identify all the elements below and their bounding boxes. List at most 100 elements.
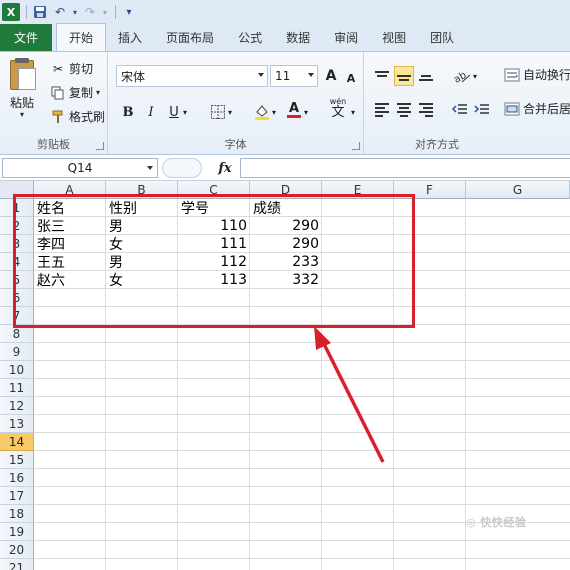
orientation-dropdown-icon[interactable]: ▾	[470, 66, 480, 86]
copy-dropdown-icon[interactable]: ▾	[96, 88, 100, 97]
insert-function-icon[interactable]: fx	[210, 158, 240, 178]
tab-data[interactable]: 数据	[274, 24, 322, 51]
wrap-text-label: 自动换行	[523, 68, 570, 82]
tab-insert[interactable]: 插入	[106, 24, 154, 51]
bold-button[interactable]: B	[118, 102, 138, 122]
row-header-18[interactable]: 18	[0, 505, 34, 523]
row-gridline	[34, 558, 570, 559]
watermark: ◎ 快快经验	[466, 516, 527, 529]
increase-indent-icon[interactable]	[472, 100, 492, 120]
quick-access-toolbar: X ↶ ▾ ↷ ▾ ▾	[0, 0, 570, 24]
row-gridline	[34, 378, 570, 379]
row-header-11[interactable]: 11	[0, 379, 34, 397]
merge-center-label: 合并后居中	[523, 102, 570, 116]
phonetic-dropdown-icon[interactable]: ▾	[348, 102, 358, 122]
font-launcher-icon[interactable]	[352, 142, 360, 150]
scissors-icon: ✂	[52, 61, 64, 76]
row-header-9[interactable]: 9	[0, 343, 34, 361]
row-gridline	[34, 540, 570, 541]
paste-icon[interactable]	[6, 58, 42, 92]
undo-icon[interactable]: ↶	[51, 3, 69, 21]
clipboard-group-label: 剪贴板	[37, 138, 70, 151]
row-header-16[interactable]: 16	[0, 469, 34, 487]
row-gridline	[34, 360, 570, 361]
phonetic-guide-icon[interactable]: wén 文	[326, 97, 350, 119]
name-box[interactable]: Q14	[2, 158, 158, 178]
redo-dropdown-icon[interactable]: ▾	[101, 3, 109, 21]
toolbar-divider	[26, 5, 27, 19]
row-gridline	[34, 468, 570, 469]
decrease-indent-icon[interactable]	[450, 100, 470, 120]
ribbon-tabs: 文件 开始 插入 页面布局 公式 数据 审阅 视图 团队	[0, 23, 570, 51]
tab-file[interactable]: 文件	[0, 24, 53, 51]
tab-page-layout[interactable]: 页面布局	[154, 24, 226, 51]
merge-center-button[interactable]: 合并后居中	[504, 100, 570, 117]
row-header-20[interactable]: 20	[0, 541, 34, 559]
wrap-text-icon	[504, 67, 520, 83]
row-gridline	[34, 414, 570, 415]
row-gridline	[34, 432, 570, 433]
formula-bar-resize-handle[interactable]	[162, 158, 202, 178]
align-left-icon[interactable]	[372, 100, 392, 120]
row-gridline	[34, 342, 570, 343]
clipboard-launcher-icon[interactable]	[96, 142, 104, 150]
excel-logo-icon: X	[2, 3, 20, 21]
row-header-14[interactable]: 14	[0, 433, 34, 451]
clipboard-group: 粘贴 ▾ ✂ 剪切 复制 ▾ 格式刷 剪贴板	[0, 52, 108, 154]
align-bottom-icon[interactable]	[416, 66, 436, 86]
row-header-15[interactable]: 15	[0, 451, 34, 469]
font-group-label: 字体	[224, 138, 247, 151]
tab-formulas[interactable]: 公式	[226, 24, 274, 51]
grow-font-icon[interactable]: A	[321, 66, 341, 86]
row-header-10[interactable]: 10	[0, 361, 34, 379]
shrink-font-icon[interactable]: A	[341, 68, 361, 88]
font-size-value: 11	[275, 69, 291, 83]
formula-input[interactable]	[240, 158, 570, 178]
wrap-text-button[interactable]: 自动换行	[504, 66, 570, 83]
tab-review[interactable]: 审阅	[322, 24, 370, 51]
save-icon[interactable]	[31, 3, 49, 21]
format-painter-label: 格式刷	[69, 110, 106, 124]
redo-icon[interactable]: ↷	[81, 3, 99, 21]
fill-color-dropdown-icon[interactable]: ▾	[269, 102, 279, 122]
row-header-21[interactable]: 21	[0, 559, 34, 570]
row-gridline	[34, 450, 570, 451]
customize-toolbar-icon[interactable]: ▾	[120, 3, 138, 21]
align-right-icon[interactable]	[416, 100, 436, 120]
orientation-icon[interactable]: ab	[452, 66, 472, 86]
copy-icon	[50, 85, 66, 101]
row-header-19[interactable]: 19	[0, 523, 34, 541]
tab-team[interactable]: 团队	[418, 24, 466, 51]
undo-dropdown-icon[interactable]: ▾	[71, 3, 79, 21]
font-name-select[interactable]: 宋体	[116, 65, 268, 87]
paste-dropdown-icon[interactable]: ▾	[20, 110, 24, 119]
row-header-13[interactable]: 13	[0, 415, 34, 433]
align-top-icon[interactable]	[372, 66, 392, 86]
align-center-icon[interactable]	[394, 100, 414, 120]
font-name-value: 宋体	[121, 69, 146, 84]
copy-button[interactable]: 复制 ▾	[50, 84, 100, 101]
font-color-dropdown-icon[interactable]: ▾	[301, 102, 311, 122]
row-gridline	[34, 396, 570, 397]
column-header-g[interactable]: G	[466, 181, 570, 199]
border-dropdown-icon[interactable]: ▾	[225, 102, 235, 122]
cut-button[interactable]: ✂ 剪切	[50, 60, 93, 77]
alignment-group: ab ▾ 自动换行 合并后居中 对齐方式	[364, 52, 570, 154]
formula-bar: Q14 fx	[0, 155, 570, 181]
italic-button[interactable]: I	[141, 102, 161, 122]
align-middle-icon[interactable]	[394, 66, 414, 86]
merge-cells-icon	[504, 101, 520, 117]
copy-label: 复制	[69, 86, 94, 100]
paste-button[interactable]: 粘贴	[10, 94, 34, 111]
font-size-select[interactable]: 11	[270, 65, 318, 87]
underline-dropdown-icon[interactable]: ▾	[180, 102, 190, 122]
cut-label: 剪切	[69, 62, 94, 76]
tab-home[interactable]: 开始	[56, 23, 107, 51]
row-gridline	[34, 504, 570, 505]
row-header-12[interactable]: 12	[0, 397, 34, 415]
row-header-17[interactable]: 17	[0, 487, 34, 505]
format-painter-button[interactable]: 格式刷	[50, 108, 105, 125]
tab-view[interactable]: 视图	[370, 24, 418, 51]
ribbon: 粘贴 ▾ ✂ 剪切 复制 ▾ 格式刷 剪贴板 宋体 11 A A B I U ▾…	[0, 51, 570, 155]
annotation-highlight-box	[13, 194, 415, 328]
